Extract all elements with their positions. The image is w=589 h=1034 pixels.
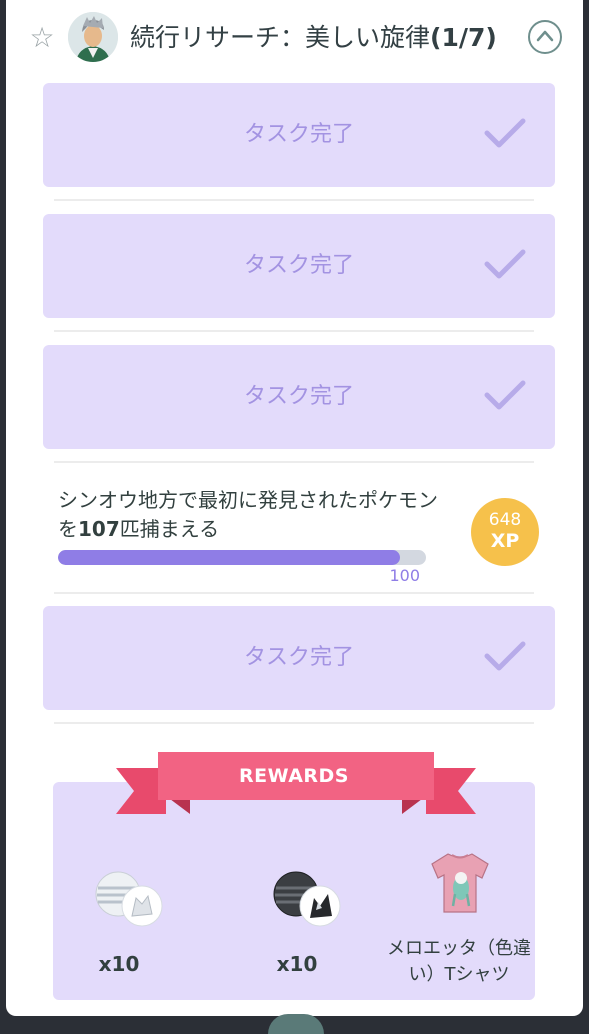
task-text-after: 匹捕まえる xyxy=(119,517,220,541)
silver-ball-with-pokemon-icon xyxy=(95,871,163,927)
task-progress-bar xyxy=(58,550,426,565)
task-complete-4: タスク完了 xyxy=(43,606,555,710)
active-task-text: シンオウ地方で最初に発見されたポケモンを107匹捕まえる xyxy=(58,486,438,544)
checkmark-icon xyxy=(484,249,526,279)
divider xyxy=(54,199,534,201)
reward-count: x10 xyxy=(276,952,318,976)
pink-tshirt-icon xyxy=(431,853,489,913)
xp-amount: 648 xyxy=(488,510,522,530)
xp-unit: XP xyxy=(490,530,520,552)
divider xyxy=(54,592,534,594)
task-complete-2: タスク完了 xyxy=(43,214,555,318)
task-label: タスク完了 xyxy=(243,645,354,670)
collapse-button[interactable] xyxy=(528,20,562,54)
chevron-up-icon xyxy=(536,30,554,42)
task-target-count: 107 xyxy=(78,517,120,541)
research-header: ☆ 続行リサーチ：美しい旋律(1/7) xyxy=(6,0,583,78)
star-outline-icon[interactable]: ☆ xyxy=(28,24,56,52)
research-card: ☆ 続行リサーチ：美しい旋律(1/7) タスク完了 タスク完了 タスク完了 シン… xyxy=(6,0,583,1016)
dark-ball-with-pokemon-icon xyxy=(273,871,341,927)
divider xyxy=(54,722,534,724)
xp-reward-badge: 648 XP xyxy=(471,498,539,566)
task-progress-count: 100 xyxy=(389,566,420,585)
checkmark-icon xyxy=(484,641,526,671)
bottom-button-edge[interactable] xyxy=(268,1014,324,1034)
divider xyxy=(54,461,534,463)
reward-item-1[interactable]: x10 xyxy=(44,860,194,980)
task-complete-3: タスク完了 xyxy=(43,345,555,449)
title-text: 続行リサーチ：美しい旋律 xyxy=(130,23,431,52)
task-progress-fill xyxy=(58,550,401,565)
divider xyxy=(54,330,534,332)
checkmark-icon xyxy=(484,118,526,148)
reward-name: メロエッタ（色違い）Tシャツ xyxy=(387,938,531,985)
task-label: タスク完了 xyxy=(243,122,354,147)
checkmark-icon xyxy=(484,380,526,410)
task-label: タスク完了 xyxy=(243,253,354,278)
reward-item-2[interactable]: x10 xyxy=(222,860,372,980)
research-step-progress: (1/7) xyxy=(430,23,497,52)
active-task: シンオウ地方で最初に発見されたポケモンを107匹捕まえる 100 xyxy=(58,486,498,586)
task-complete-1: タスク完了 xyxy=(43,83,555,187)
reward-item-3[interactable]: メロエッタ（色違い）Tシャツ xyxy=(384,850,534,990)
task-label: タスク完了 xyxy=(243,384,354,409)
research-title: 続行リサーチ：美しい旋律(1/7) xyxy=(130,18,530,58)
professor-avatar xyxy=(68,12,118,62)
reward-count: x10 xyxy=(98,952,140,976)
rewards-title: REWARDS xyxy=(238,765,349,787)
